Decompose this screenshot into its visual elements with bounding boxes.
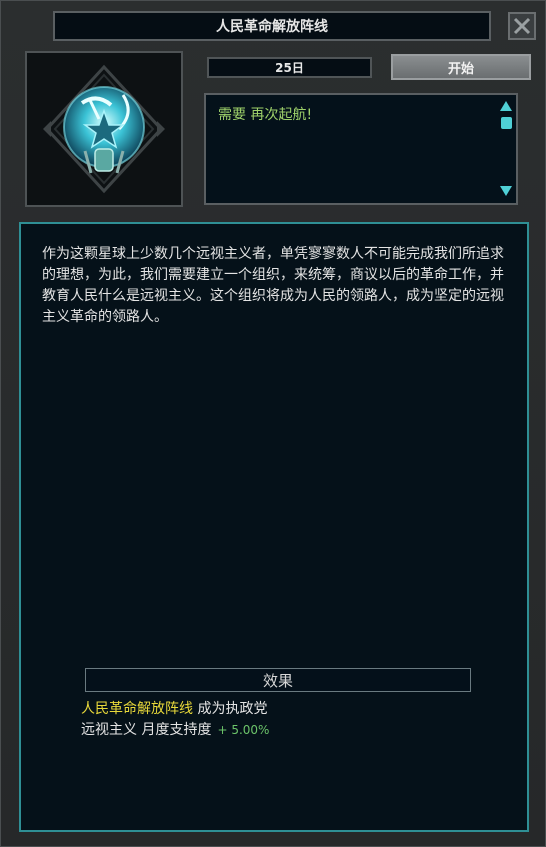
effects-header: 效果 (85, 668, 471, 692)
event-title: 人民革命解放阵线 (53, 11, 491, 41)
scrollbar-thumb[interactable] (501, 117, 512, 129)
effect-ruling-party: 人民革命解放阵线 成为执政党 (81, 698, 267, 718)
effect-ruling-text: 成为执政党 (193, 701, 268, 717)
effect-monthly-support: 远视主义 月度支持度 + 5.00% (81, 719, 269, 739)
effect-faction-name: 人民革命解放阵线 (81, 701, 193, 717)
revolution-emblem-icon (43, 64, 165, 194)
scroll-up-icon[interactable] (499, 100, 513, 112)
start-button[interactable]: 开始 (391, 54, 531, 80)
close-button[interactable] (508, 12, 536, 40)
event-title-text: 人民革命解放阵线 (216, 19, 328, 35)
effect-support-value: + 5.00% (217, 723, 270, 737)
effect-support-label: 远视主义 月度支持度 (81, 722, 212, 738)
date-text: 25日 (275, 61, 304, 75)
description-panel: 作为这颗星球上少数几个远视主义者，单凭寥寥数人不可能完成我们所追求的理想，为此，… (19, 222, 529, 832)
scroll-down-icon[interactable] (499, 185, 513, 197)
close-icon (513, 17, 531, 35)
event-window: 人民革命解放阵线 25日 开始 需要 再次起航! 作为这颗星球上少数几个远视主义… (0, 0, 546, 847)
date-display: 25日 (207, 57, 372, 78)
requirement-box: 需要 再次起航! (204, 93, 518, 205)
event-description: 作为这颗星球上少数几个远视主义者，单凭寥寥数人不可能完成我们所追求的理想，为此，… (42, 246, 504, 325)
start-button-label: 开始 (447, 61, 474, 77)
effects-header-label: 效果 (262, 671, 293, 690)
event-emblem-frame (25, 51, 183, 207)
requirement-text: 需要 再次起航! (218, 107, 313, 123)
